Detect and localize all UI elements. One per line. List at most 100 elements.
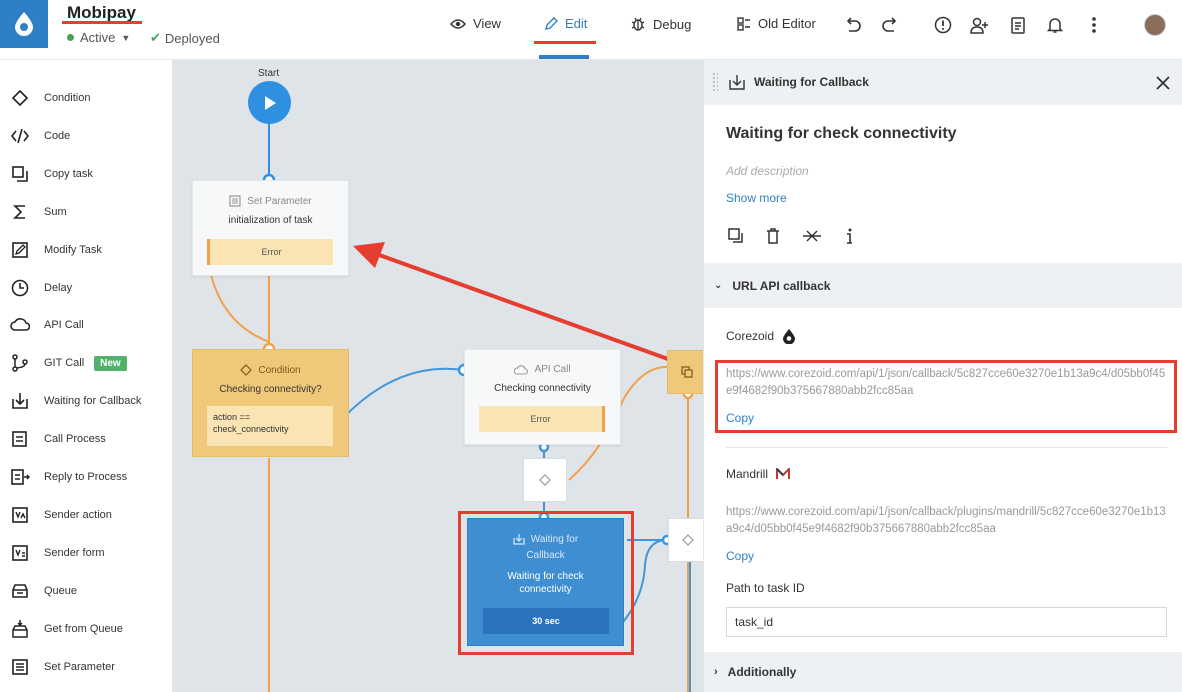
sidebar-item-delay[interactable]: Delay — [10, 276, 72, 300]
set-parameter-title: initialization of task — [228, 215, 313, 226]
sidebar-item-modify-task[interactable]: Modify Task — [10, 238, 102, 262]
sidebar-item-queue[interactable]: Queue — [10, 579, 77, 603]
description-field[interactable]: Add description — [726, 164, 809, 178]
process-title[interactable]: Mobipay — [67, 3, 136, 23]
sidebar-item-reply-to-process[interactable]: Reply to Process — [10, 465, 127, 489]
waiting-callback-icon — [729, 75, 745, 90]
api-call-head-label: API Call — [534, 364, 571, 375]
sidebar-item-label: Sender action — [44, 508, 112, 521]
sidebar-item-sender-action[interactable]: Sender action — [10, 503, 112, 527]
sidebar-item-condition[interactable]: Condition — [10, 86, 90, 110]
check-icon: ✔ — [150, 30, 161, 45]
nav-debug-label: Debug — [653, 16, 692, 32]
info-icon[interactable] — [844, 228, 854, 244]
set-parameter-icon — [10, 657, 30, 677]
set-parameter-node[interactable]: Set Parameter initialization of task Err… — [192, 180, 349, 276]
eye-icon — [450, 18, 466, 29]
sidebar-item-code[interactable]: Code — [10, 124, 70, 148]
condition-icon — [10, 88, 30, 108]
alert-icon[interactable] — [932, 14, 954, 36]
mandrill-label: Mandrill — [726, 467, 769, 481]
condition-head-label: Condition — [258, 364, 301, 376]
mandrill-label-row: Mandrill — [726, 467, 791, 481]
mandrill-callback-url[interactable]: https://www.corezoid.com/api/1/json/call… — [726, 504, 1166, 538]
sidebar-item-sender-form[interactable]: Sender form — [10, 541, 105, 565]
api-call-head: API Call — [465, 364, 620, 375]
status-label: Active — [80, 30, 116, 45]
process-canvas[interactable]: Start Set Parameter initialization of ta… — [173, 60, 703, 692]
copy-mandrill-url-link[interactable]: Copy — [726, 549, 754, 563]
condition-icon — [240, 364, 253, 376]
sidebar-item-api-call[interactable]: API Call — [10, 313, 84, 337]
sidebar-item-label: Reply to Process — [44, 471, 128, 483]
sidebar-item-call-process[interactable]: Call Process — [10, 427, 106, 451]
trash-icon[interactable] — [766, 228, 780, 244]
close-icon[interactable] — [1156, 76, 1170, 90]
panel-header-title: Waiting for Callback — [754, 75, 869, 89]
sidebar-item-label: Copy task — [44, 167, 93, 180]
nav-view-label: View — [473, 16, 501, 31]
disconnect-icon[interactable] — [802, 229, 822, 243]
user-avatar[interactable] — [1144, 14, 1166, 36]
chevron-down-icon: ⌄ — [714, 280, 723, 291]
path-task-id-input[interactable]: task_id — [726, 607, 1167, 637]
small-condition-node-right[interactable] — [668, 518, 703, 562]
nav-old-editor-label: Old Editor — [758, 16, 816, 31]
section-url-callback[interactable]: ⌄ URL API callback — [704, 263, 1182, 308]
sidebar-item-set-parameter[interactable]: Set Parameter — [10, 655, 115, 679]
sidebar-item-label: Get from Queue — [44, 622, 123, 635]
cloud-icon — [514, 364, 529, 375]
call-process-icon — [10, 429, 30, 449]
condition-icon — [682, 534, 694, 546]
copy-task-icon — [10, 164, 30, 184]
deployed-label: Deployed — [164, 30, 220, 46]
highlight-box-url — [715, 360, 1177, 433]
app-logo[interactable] — [0, 0, 48, 48]
code-icon — [10, 126, 30, 146]
api-call-icon — [10, 315, 30, 335]
undo-icon[interactable] — [842, 14, 864, 36]
nav-view[interactable]: View — [450, 16, 501, 31]
sidebar-item-copy-task[interactable]: Copy task — [10, 162, 93, 186]
show-more-link[interactable]: Show more — [726, 191, 787, 205]
more-vertical-icon[interactable] — [1083, 14, 1105, 36]
sidebar-item-get-from-queue[interactable]: Get from Queue — [10, 617, 123, 641]
bell-icon[interactable] — [1044, 14, 1066, 36]
error-branch[interactable]: Error — [479, 406, 605, 432]
small-condition-node[interactable] — [523, 458, 567, 502]
corezoid-label: Corezoid — [726, 329, 775, 343]
chevron-down-icon: ▼ — [121, 32, 131, 43]
nav-debug[interactable]: Debug — [630, 16, 691, 32]
sidebar-item-git-call[interactable]: GIT Call New — [10, 351, 127, 375]
error-branch[interactable]: Error — [207, 239, 333, 265]
api-call-node[interactable]: API Call Checking connectivity Error — [464, 349, 621, 445]
section-additionally[interactable]: › Additionally — [704, 652, 1182, 692]
sidebar-item-sum[interactable]: Sum — [10, 200, 67, 224]
sidebar-item-label: GIT Call — [44, 357, 85, 370]
nav-old-editor[interactable]: Old Editor — [737, 16, 816, 31]
add-user-icon[interactable] — [968, 14, 990, 36]
divider — [726, 447, 1167, 448]
sidebar-item-label: Modify Task — [44, 243, 102, 256]
condition-expression[interactable]: action == check_connectivity — [207, 406, 333, 446]
condition-expr-line2: check_connectivity — [213, 424, 289, 434]
sidebar-item-label: Waiting for Callback — [44, 395, 142, 408]
nav-edit[interactable]: Edit — [544, 16, 587, 31]
node-actions — [728, 228, 854, 244]
drag-handle-icon[interactable] — [712, 72, 718, 92]
node-palette-sidebar: Condition Code Copy task Sum Modify Task Dela… — [0, 60, 173, 692]
start-node[interactable] — [248, 81, 291, 124]
partial-node-right[interactable] — [667, 350, 703, 394]
condition-node[interactable]: Condition Checking connectivity? action … — [192, 349, 349, 457]
copy-icon[interactable] — [728, 228, 744, 244]
clipboard-icon[interactable] — [1007, 14, 1029, 36]
sidebar-item-waiting-for-callback[interactable]: Waiting for Callback — [10, 389, 141, 413]
sidebar-item-label: Delay — [44, 281, 73, 294]
sum-icon — [10, 202, 30, 222]
status-dropdown[interactable]: Active ▼ — [67, 30, 130, 45]
node-title[interactable]: Waiting for check connectivity — [726, 125, 957, 143]
top-header: Mobipay Active ▼ ✔ Deployed View Edit De… — [0, 0, 1182, 60]
sender-action-icon — [10, 505, 30, 525]
sidebar-item-label: Queue — [44, 584, 78, 597]
redo-icon[interactable] — [879, 14, 901, 36]
